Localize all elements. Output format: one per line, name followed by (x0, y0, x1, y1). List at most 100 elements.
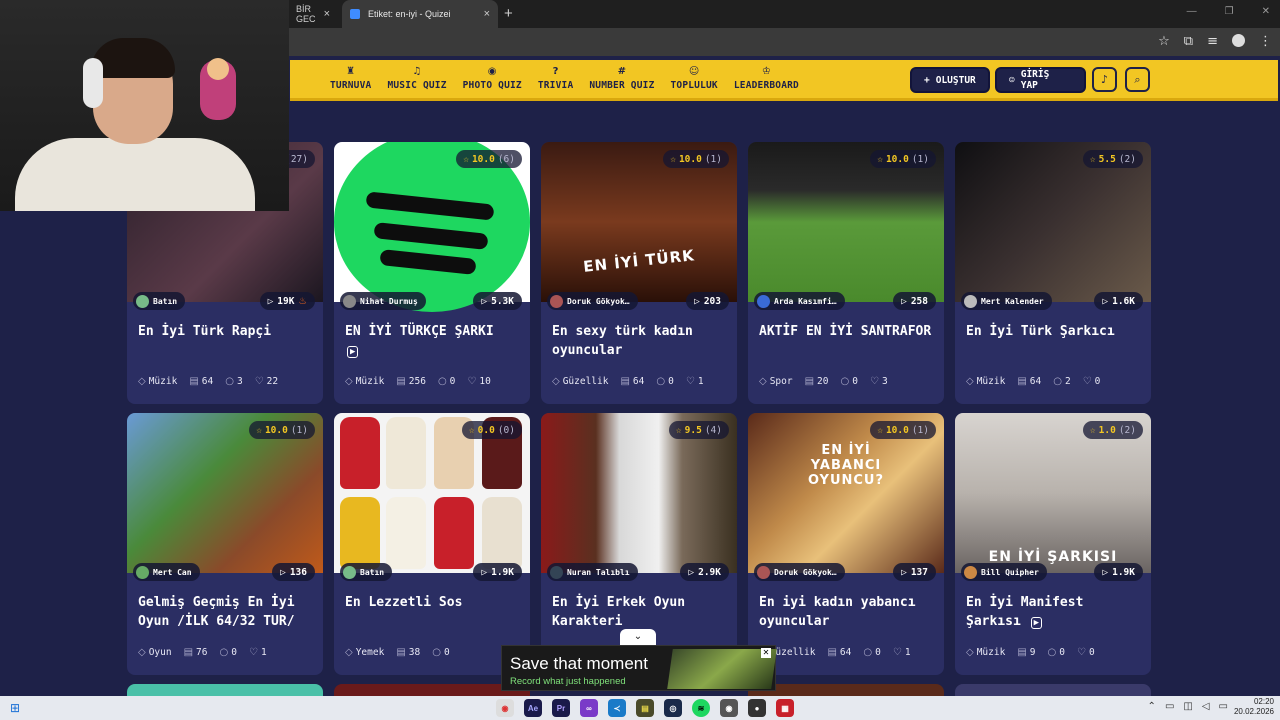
minimize-icon[interactable]: — (1187, 6, 1197, 17)
chevron-up-icon[interactable]: ⌃ (1148, 701, 1156, 712)
headphones-icon (83, 58, 103, 108)
login-button[interactable]: ☺ GİRİŞ YAP (995, 67, 1086, 93)
author-chip[interactable]: Doruk Gökyok… (547, 292, 638, 310)
close-icon[interactable]: × (484, 8, 490, 20)
quiz-card[interactable]: ☆ 10.0 (1) Arda Kasımfi… ▷ 258 AKTİF EN İYİ… (748, 142, 944, 404)
question-count: 64 (201, 376, 214, 387)
media-icon[interactable]: ≡ (1207, 34, 1218, 49)
visual-studio-icon[interactable]: ∞ (580, 699, 598, 717)
clock[interactable]: 02:20 20.02.2026 (1234, 697, 1274, 717)
quiz-card[interactable]: ☆ 5.5 (2) Mert Kalender ▷ 1.6K En İyi Türk … (955, 142, 1151, 404)
card-title[interactable]: Gelmiş Geçmiş En İyi Oyun /İLK 64/32 TUR… (138, 593, 314, 631)
network-icon[interactable]: ◫ (1183, 701, 1192, 712)
author-chip[interactable]: Batın (340, 563, 393, 581)
quiz-card[interactable]: EN İYİ TÜRK ☆ 10.0 (1) Doruk Gökyok… ▷ 203 … (541, 142, 737, 404)
rating-badge: ☆ 10.0 (1) (663, 150, 729, 168)
card-title[interactable]: En İyi Türk Şarkıcı (966, 322, 1142, 341)
card-title[interactable]: EN İYİ TÜRKÇE ŞARKI ▶ (345, 322, 521, 360)
star-icon: ☆ (670, 153, 676, 165)
chrome-icon[interactable]: ◉ (496, 699, 514, 717)
create-button[interactable]: + OLUŞTUR (910, 67, 990, 93)
nav-item-leaderboard[interactable]: ♔ LEADERBOARD (726, 64, 807, 91)
card-title[interactable]: En İyi Manifest Şarkısı ▶ (966, 593, 1142, 631)
nav-item-music-quiz[interactable]: ♫ MUSIC QUIZ (379, 64, 454, 91)
monitor-icon[interactable]: ▭ (1165, 701, 1174, 712)
play-icon: ▷ (481, 295, 488, 307)
close-icon[interactable]: ✕ (761, 648, 771, 658)
card-title[interactable]: En İyi Erkek Oyun Karakteri (552, 593, 728, 631)
music-icon: ♫ (412, 66, 422, 77)
volume-icon[interactable]: ◁ (1202, 701, 1210, 712)
card-title[interactable]: En sexy türk kadın oyuncular (552, 322, 728, 360)
nav-item-topluluk[interactable]: ☺ TOPLULUK (663, 64, 726, 91)
quiz-card[interactable]: EN İYİ ŞARKISI ☆ 1.0 (2) Bill Quipher ▷ 1.9… (955, 413, 1151, 675)
search-icon[interactable]: ⌕ (1125, 67, 1150, 92)
profile-avatar-icon[interactable] (1232, 34, 1245, 47)
spotify-icon[interactable]: ≋ (692, 699, 710, 717)
card-title[interactable]: En İyi Türk Rapçi (138, 322, 314, 341)
rating-value: 5.5 (1098, 153, 1116, 165)
nav-item-trivia[interactable]: ? TRIVIA (530, 64, 582, 91)
quiz-card[interactable]: ☆ 0.0 (0) Batın ▷ 1.9K En Lezzetli Sos ◇ Yem… (334, 413, 530, 675)
next-card-peek (127, 684, 323, 696)
bookmark-star-icon[interactable]: ☆ (1158, 34, 1170, 49)
card-title[interactable]: En Lezzetli Sos (345, 593, 521, 612)
questions-icon: ▤ (1017, 376, 1027, 387)
obs-icon[interactable]: ● (748, 699, 766, 717)
extensions-icon[interactable]: ⧉ (1184, 34, 1193, 49)
browser-tab-active[interactable]: Etiket: en-iyi - Quizei × (342, 0, 498, 28)
close-icon[interactable]: × (324, 8, 330, 20)
author-chip[interactable]: Mert Kalender (961, 292, 1052, 310)
category: Müzik (976, 647, 1006, 658)
plays-count: 1.6K (1112, 295, 1135, 307)
premiere-icon[interactable]: Pr (552, 699, 570, 717)
save-moment-popup[interactable]: Save that moment Record what just happen… (501, 645, 777, 691)
quiz-card[interactable]: ☆ 10.0 (6) Nihat Durmuş ▷ 5.3K EN İYİ TÜRKÇ… (334, 142, 530, 404)
notification-bell-icon[interactable]: ♪ (1092, 67, 1117, 92)
rating-value: 10.0 (885, 153, 909, 165)
close-window-icon[interactable]: ✕ (1262, 6, 1270, 17)
questions-icon: ▤ (396, 647, 406, 658)
fire-icon: ♨ (298, 295, 307, 307)
card-meta: ◇ Müzik ▤ 9 ○ 0 ♡ 0 (966, 647, 1146, 658)
steam-icon[interactable]: ◎ (664, 699, 682, 717)
star-icon: ☆ (675, 424, 682, 436)
author-chip[interactable]: Nihat Durmuş (340, 292, 426, 310)
avatar (550, 565, 563, 579)
author-chip[interactable]: Doruk Gökyok… (754, 563, 845, 581)
windows-start-icon[interactable]: ⊞ (10, 702, 22, 714)
quiz-card[interactable]: ☆ 10.0 (1) Mert Can ▷ 136 Gelmiş Geçmiş En … (127, 413, 323, 675)
nav-item-number-quiz[interactable]: # NUMBER QUIZ (581, 64, 662, 91)
question-count: 9 (1029, 647, 1036, 658)
menu-dots-icon[interactable]: ⋮ (1259, 34, 1272, 49)
streamer-shirt (15, 138, 255, 211)
restore-icon[interactable]: ❐ (1225, 6, 1234, 17)
heart-icon: ♡ (1076, 647, 1086, 658)
author-chip[interactable]: Bill Quipher (961, 563, 1047, 581)
battery-icon[interactable]: ▭ (1219, 701, 1228, 712)
after-effects-icon[interactable]: Ae (524, 699, 542, 717)
author-chip[interactable]: Nuran Talıblı (547, 563, 638, 581)
next-card-peek (955, 684, 1151, 696)
app-icon[interactable]: ▦ (776, 699, 794, 717)
author-chip[interactable]: Mert Can (133, 563, 200, 581)
quiz-card[interactable]: EN İYİ YABANCI OYUNCU? ☆ 10.0 (1) Doruk Gö… (748, 413, 944, 675)
new-tab-icon[interactable]: + (504, 5, 513, 22)
card-title[interactable]: AKTİF EN İYİ SANTRAFOR (759, 322, 935, 341)
card-title[interactable]: En iyi kadın yabancı oyuncular (759, 593, 935, 631)
card-meta: ◇Güzellik ▤64 ○0 ♡1 (552, 376, 732, 387)
nav-item-photo-quiz[interactable]: ◉ PHOTO QUIZ (455, 64, 530, 91)
notes-icon[interactable]: ▤ (636, 699, 654, 717)
rating-value: 0.0 (477, 424, 495, 436)
author-chip[interactable]: Arda Kasımfi… (754, 292, 845, 310)
author-chip[interactable]: Batın (133, 292, 186, 310)
chevron-down-icon[interactable]: ⌄ (620, 629, 656, 645)
questions-icon: ▤ (396, 376, 406, 387)
doll-head (207, 58, 229, 80)
browser-tab-inactive[interactable]: BİR GEC × (288, 0, 338, 28)
rating-badge: ☆ 5.5 (2) (1082, 150, 1143, 168)
webcam-overlay (0, 0, 289, 211)
app-icon[interactable]: ◉ (720, 699, 738, 717)
nav-item-turnuva[interactable]: ♜ TURNUVA (322, 64, 379, 91)
vscode-icon[interactable]: ≺ (608, 699, 626, 717)
